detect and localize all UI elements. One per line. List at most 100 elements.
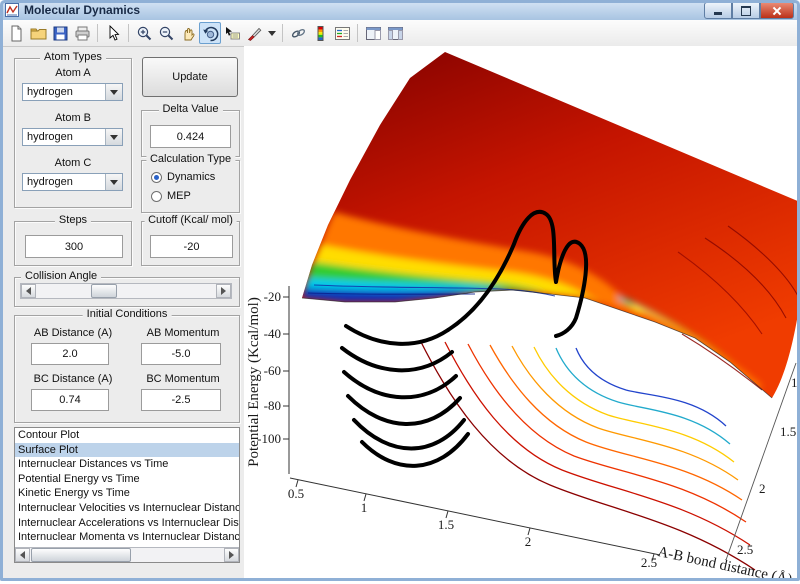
list-item[interactable]: Kinetic Energy vs Time bbox=[15, 486, 239, 501]
calculation-type-title: Calculation Type bbox=[145, 153, 236, 165]
atom-b-dropdown-button[interactable] bbox=[105, 129, 122, 145]
ab-momentum-field[interactable]: -5.0 bbox=[141, 343, 221, 365]
plot-type-listbox[interactable]: Contour Plot Surface Plot Internuclear D… bbox=[14, 427, 240, 563]
y-axis-label: Potential Energy (Kcal/mol) bbox=[246, 297, 262, 467]
y-tick: -40 bbox=[264, 326, 281, 341]
title-bar[interactable]: Molecular Dynamics bbox=[0, 0, 800, 21]
x-axis-label: A-B bond distance (Å) bbox=[656, 544, 793, 581]
bc-distance-field[interactable]: 0.74 bbox=[31, 389, 109, 411]
hscroll-left-button[interactable] bbox=[15, 548, 30, 562]
right-tick: 1 bbox=[791, 375, 798, 390]
collision-angle-panel: Collision Angle bbox=[14, 270, 240, 307]
y-tick: -80 bbox=[264, 398, 281, 413]
minimize-icon bbox=[714, 12, 722, 15]
dynamics-radio[interactable]: Dynamics bbox=[151, 171, 215, 183]
list-item[interactable]: Internuclear Distances vs Time bbox=[15, 457, 239, 472]
rotate-3d-button[interactable] bbox=[199, 22, 221, 44]
surface-plot-svg: -20 -40 -60 -80 -100 Potential Energy (K… bbox=[246, 52, 800, 584]
insert-legend-button[interactable] bbox=[331, 22, 353, 44]
slider-thumb[interactable] bbox=[91, 284, 117, 298]
close-button[interactable] bbox=[760, 2, 794, 19]
show-plot-tools-icon bbox=[387, 26, 403, 40]
chevron-down-icon bbox=[110, 179, 118, 185]
right-tick: 1.5 bbox=[780, 424, 796, 439]
maximize-button[interactable] bbox=[732, 2, 760, 19]
delta-value-field[interactable]: 0.424 bbox=[150, 125, 231, 148]
arrow-right-icon bbox=[221, 287, 226, 295]
initial-conditions-title: Initial Conditions bbox=[82, 308, 172, 320]
x-tick: 2 bbox=[525, 534, 532, 549]
delta-value-title: Delta Value bbox=[158, 103, 223, 115]
zoom-out-button[interactable] bbox=[155, 22, 177, 44]
brush-data-button[interactable] bbox=[243, 22, 265, 44]
zoom-in-button[interactable] bbox=[133, 22, 155, 44]
x-tick: 2.5 bbox=[641, 555, 657, 570]
hscroll-right-button[interactable] bbox=[224, 548, 239, 562]
hscroll-thumb[interactable] bbox=[31, 548, 131, 562]
atom-a-label: Atom A bbox=[55, 67, 91, 79]
brush-dropdown-button[interactable] bbox=[265, 22, 278, 44]
list-item[interactable]: Potential Energy vs Time bbox=[15, 472, 239, 487]
list-item[interactable]: Internuclear Accelerations vs Internucle… bbox=[15, 516, 239, 531]
cutoff-field[interactable]: -20 bbox=[150, 235, 233, 258]
axes-3d-plot[interactable]: -20 -40 -60 -80 -100 Potential Energy (K… bbox=[244, 46, 800, 584]
cutoff-panel: Cutoff (Kcal/ mol) -20 bbox=[141, 214, 240, 266]
atom-b-value: hydrogen bbox=[27, 131, 73, 143]
hide-plot-tools-button[interactable] bbox=[362, 22, 384, 44]
slider-left-button[interactable] bbox=[21, 284, 36, 298]
save-figure-button[interactable] bbox=[49, 22, 71, 44]
rotate-3d-icon bbox=[202, 26, 218, 41]
link-plot-button[interactable] bbox=[287, 22, 309, 44]
print-figure-button[interactable] bbox=[71, 22, 93, 44]
maximize-icon bbox=[741, 5, 751, 16]
atom-c-value: hydrogen bbox=[27, 176, 73, 188]
atom-a-dropdown-button[interactable] bbox=[105, 84, 122, 100]
pan-button[interactable] bbox=[177, 22, 199, 44]
arrow-right-icon bbox=[229, 551, 234, 559]
new-figure-button[interactable] bbox=[5, 22, 27, 44]
list-item[interactable]: Internuclear Momenta vs Internuclear Dis… bbox=[15, 530, 239, 545]
toolbar-separator bbox=[357, 24, 358, 42]
pointer-arrow-icon bbox=[109, 24, 120, 41]
atom-a-dropdown[interactable]: hydrogen bbox=[22, 83, 123, 101]
steps-panel: Steps 300 bbox=[14, 214, 132, 266]
ab-distance-field[interactable]: 2.0 bbox=[31, 343, 109, 365]
data-cursor-button[interactable] bbox=[221, 22, 243, 44]
chevron-down-icon bbox=[110, 89, 118, 95]
minimize-button[interactable] bbox=[704, 2, 732, 19]
x-axis-line bbox=[289, 477, 661, 556]
update-button[interactable]: Update bbox=[142, 57, 238, 97]
initial-conditions-panel: Initial Conditions AB Distance (A) AB Mo… bbox=[14, 308, 240, 423]
right-axis-line bbox=[725, 362, 797, 561]
floor-contours bbox=[419, 339, 756, 571]
slider-right-button[interactable] bbox=[216, 284, 231, 298]
atom-b-dropdown[interactable]: hydrogen bbox=[22, 128, 123, 146]
list-item[interactable]: Contour Plot bbox=[15, 428, 239, 443]
list-item-selected[interactable]: Surface Plot bbox=[15, 442, 239, 458]
insert-colorbar-button[interactable] bbox=[309, 22, 331, 44]
collision-angle-slider[interactable] bbox=[20, 283, 232, 299]
x-tick: 1 bbox=[361, 500, 368, 515]
atom-a-value: hydrogen bbox=[27, 86, 73, 98]
bc-momentum-field[interactable]: -2.5 bbox=[141, 389, 221, 411]
mep-radio[interactable]: MEP bbox=[151, 190, 191, 202]
hide-plot-tools-icon bbox=[365, 26, 381, 40]
list-item[interactable]: Internuclear Velocities vs Internuclear … bbox=[15, 501, 239, 516]
printer-icon bbox=[75, 26, 89, 40]
x-tick: 0.5 bbox=[288, 486, 304, 501]
steps-field[interactable]: 300 bbox=[25, 235, 123, 258]
cutoff-title: Cutoff (Kcal/ mol) bbox=[144, 214, 237, 226]
bc-momentum-label: BC Momentum bbox=[146, 373, 220, 385]
close-icon bbox=[772, 6, 782, 16]
show-plot-tools-button[interactable] bbox=[384, 22, 406, 44]
atom-c-dropdown[interactable]: hydrogen bbox=[22, 173, 123, 191]
zoom-in-icon bbox=[137, 26, 151, 40]
steps-title: Steps bbox=[54, 214, 92, 226]
chevron-down-icon bbox=[110, 134, 118, 140]
chevron-down-icon bbox=[267, 30, 276, 36]
open-file-button[interactable] bbox=[27, 22, 49, 44]
atom-b-label: Atom B bbox=[54, 112, 92, 124]
edit-plot-button[interactable] bbox=[102, 22, 124, 44]
listbox-hscrollbar[interactable] bbox=[15, 547, 239, 562]
atom-c-dropdown-button[interactable] bbox=[105, 174, 122, 190]
